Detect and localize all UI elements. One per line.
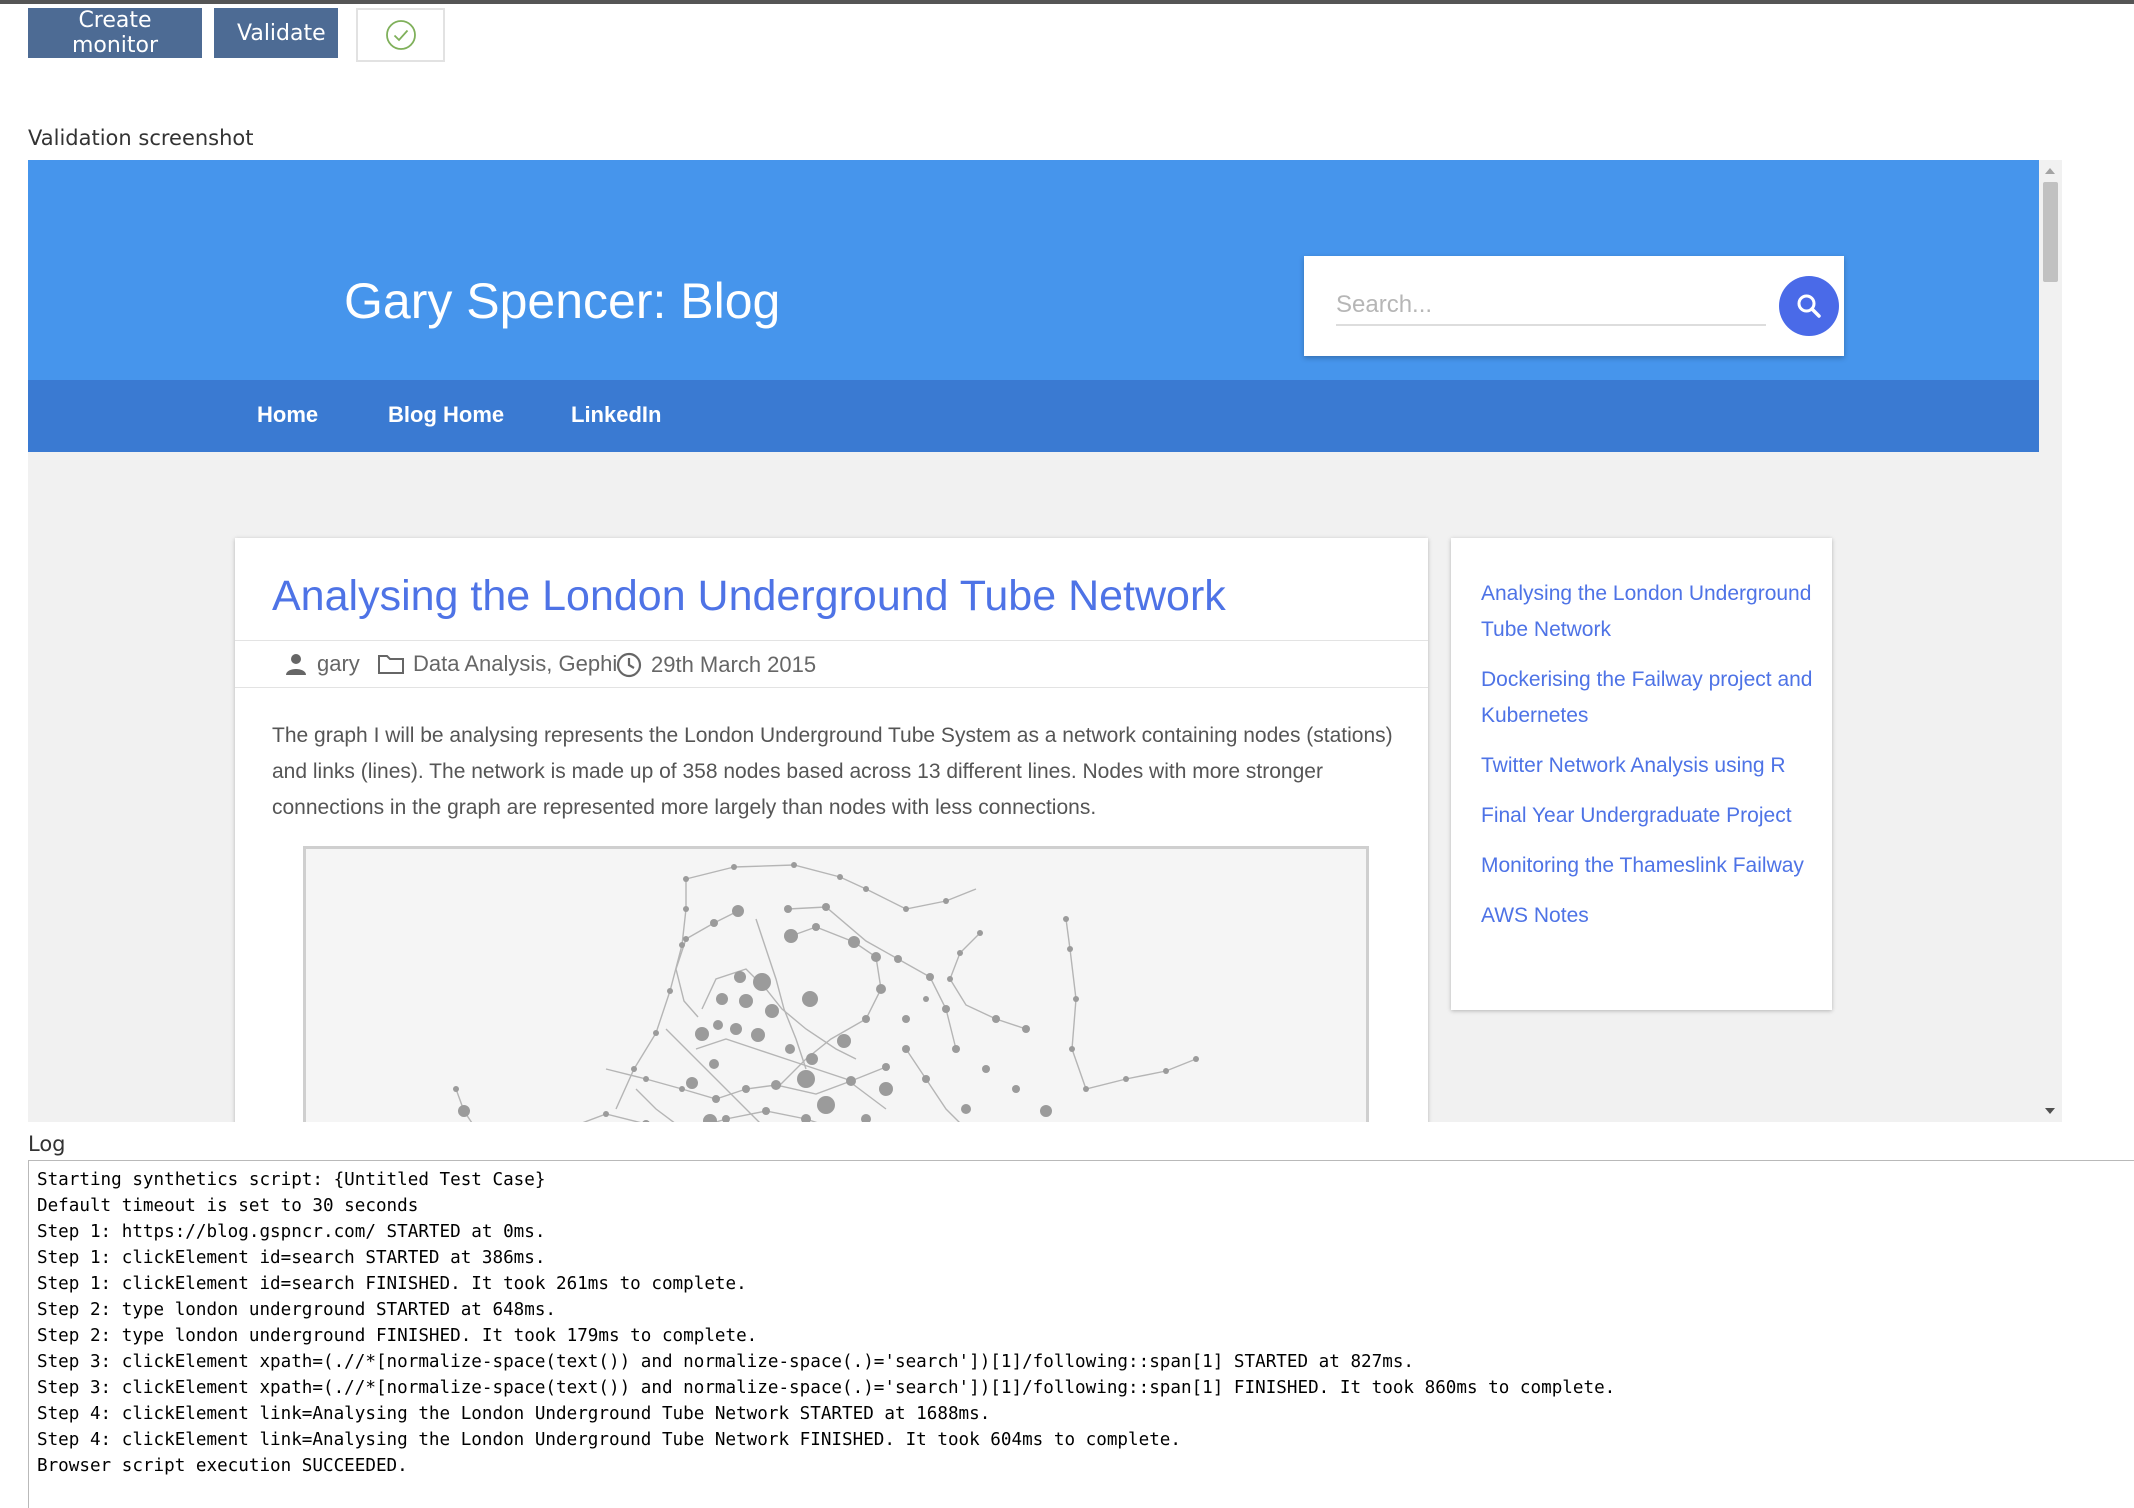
nav-home[interactable]: Home (257, 402, 318, 428)
scroll-up-arrow-icon[interactable] (2045, 168, 2055, 174)
sidebar-links: Analysing the London Underground Tube Ne… (1481, 576, 1821, 948)
sidebar-recent-posts: Analysing the London Underground Tube Ne… (1451, 538, 1832, 1010)
post-body-line: The graph I will be analysing represents… (272, 724, 1393, 747)
post-date: 29th March 2015 (615, 651, 816, 679)
clock-icon (616, 652, 642, 678)
log-line: Step 4: clickElement link=Analysing the … (37, 1430, 1181, 1450)
sidebar-link[interactable]: Monitoring the Thameslink Failway (1481, 848, 1821, 884)
log-line: Browser script execution SUCCEEDED. (37, 1456, 408, 1476)
blog-navbar: Home Blog Home LinkedIn (28, 380, 2039, 452)
post-card: Analysing the London Underground Tube Ne… (235, 538, 1428, 1122)
post-author-name[interactable]: gary (317, 651, 360, 677)
log-line: Step 2: type london underground FINISHED… (37, 1326, 758, 1346)
nav-linkedin[interactable]: LinkedIn (571, 402, 661, 428)
search-button[interactable] (1779, 276, 1839, 336)
log-line: Step 3: clickElement xpath=(.//*[normali… (37, 1378, 1616, 1398)
folder-icon (378, 655, 404, 674)
blog-header: Gary Spencer: Blog (28, 160, 2039, 380)
post-categories: Data Analysis, Gephi (377, 651, 617, 677)
post-body-line: connections in the graph are represented… (272, 796, 1097, 819)
tube-network-graph-image (303, 846, 1369, 1122)
nav-blog-home[interactable]: Blog Home (388, 402, 504, 428)
post-author: gary (283, 651, 360, 677)
sidebar-link[interactable]: AWS Notes (1481, 898, 1821, 934)
screenshot-viewport: Gary Spencer: Blog Home Blog Home Linked… (28, 160, 2039, 1122)
log-line: Step 4: clickElement link=Analysing the … (37, 1404, 991, 1424)
sidebar-link[interactable]: Analysing the London Underground Tube Ne… (1481, 576, 1821, 648)
log-line: Step 1: clickElement id=search FINISHED.… (37, 1274, 747, 1294)
log-line: Step 3: clickElement xpath=(.//*[normali… (37, 1352, 1415, 1372)
validate-button[interactable]: Validate (214, 8, 338, 58)
post-categories-text[interactable]: Data Analysis, Gephi (413, 651, 617, 677)
screenshot-scrollbar[interactable] (2039, 160, 2062, 1122)
person-icon (286, 654, 306, 675)
search-icon (1797, 294, 1821, 318)
post-title[interactable]: Analysing the London Underground Tube Ne… (272, 572, 1226, 621)
post-date-text: 29th March 2015 (651, 652, 817, 677)
validation-screenshot-label: Validation screenshot (28, 126, 254, 150)
log-line: Step 2: type london underground STARTED … (37, 1300, 557, 1320)
toolbar: Create monitor Validate (28, 8, 445, 64)
log-line: Step 1: https://blog.gspncr.com/ STARTED… (37, 1222, 546, 1242)
search-input[interactable] (1336, 286, 1766, 326)
post-meta: gary Data Analysis, Gephi 29th March 201… (235, 640, 1428, 688)
log-line: Step 1: clickElement id=search STARTED a… (37, 1248, 546, 1268)
sidebar-link[interactable]: Dockerising the Failway project and Kube… (1481, 662, 1821, 734)
log-line: Starting synthetics script: {Untitled Te… (37, 1170, 546, 1190)
validation-status (356, 8, 445, 62)
sidebar-link[interactable]: Final Year Undergraduate Project (1481, 798, 1821, 834)
log-output[interactable]: Starting synthetics script: {Untitled Te… (28, 1160, 2134, 1508)
log-label: Log (28, 1132, 66, 1156)
log-line: Default timeout is set to 30 seconds (37, 1196, 419, 1216)
post-body: The graph I will be analysing represents… (272, 718, 1402, 826)
blog-title: Gary Spencer: Blog (344, 273, 781, 329)
search-box (1304, 256, 1844, 356)
check-circle-icon (385, 20, 416, 50)
validation-screenshot: Gary Spencer: Blog Home Blog Home Linked… (28, 160, 2062, 1122)
sidebar-link[interactable]: Twitter Network Analysis using R (1481, 748, 1821, 784)
scroll-down-arrow-icon[interactable] (2045, 1108, 2055, 1114)
network-graph (453, 862, 1199, 1122)
scrollbar-thumb[interactable] (2043, 182, 2058, 282)
create-monitor-button[interactable]: Create monitor (28, 8, 202, 58)
post-body-line: and links (lines). The network is made u… (272, 760, 1323, 783)
